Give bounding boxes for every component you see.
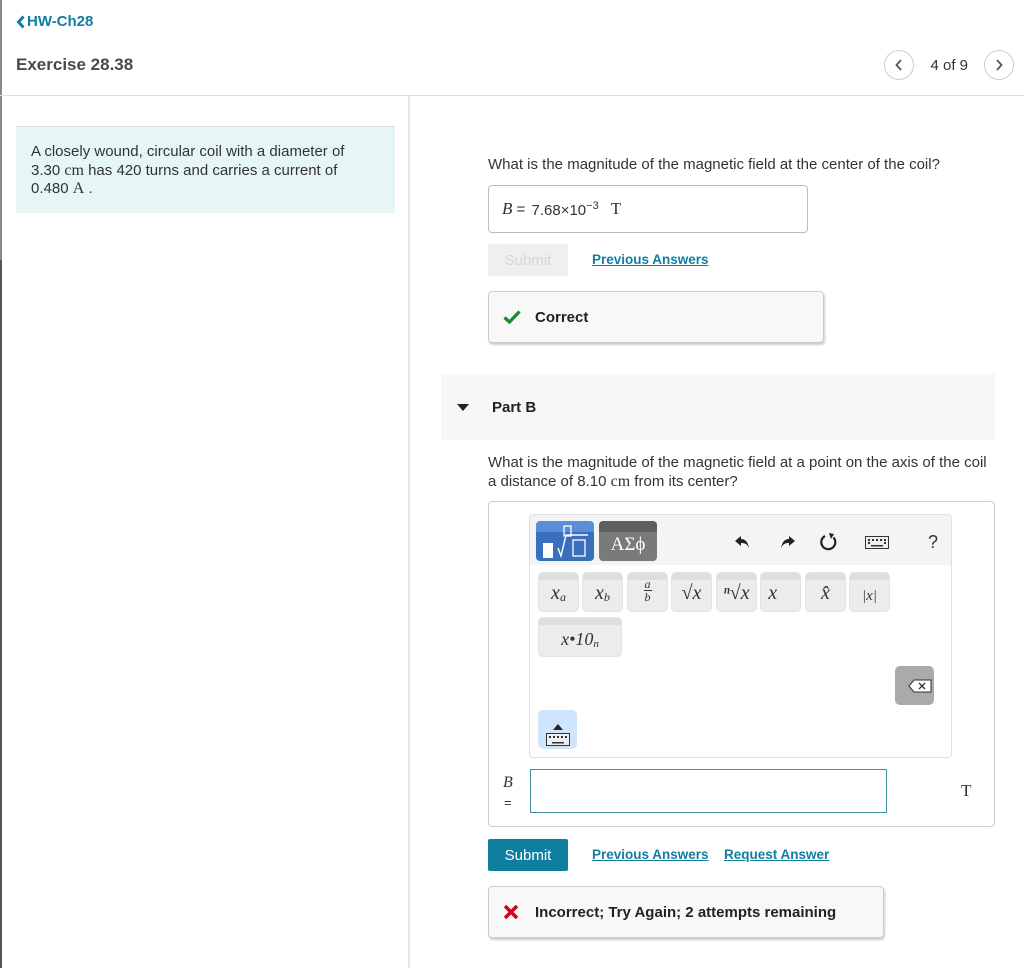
caret-up-icon [552,724,563,730]
vector-key[interactable]: x⃗ [760,572,801,612]
chevron-left-icon [895,59,903,71]
math-toolbar: ΑΣϕ ? [530,515,951,565]
math-toolbox: ΑΣϕ ? xa xb ab √x ⁿ√x x⃗ x̂ |x| x•10 n [529,514,952,758]
redo-icon[interactable] [776,531,798,553]
part-a-previous-answers-link[interactable]: Previous Answers [592,252,709,267]
superscript-key[interactable]: xa [538,572,579,612]
checkmark-icon [503,310,521,324]
answer-unit: T [610,199,622,218]
part-b-header[interactable]: Part B [441,374,995,440]
fraction-key[interactable]: ab [627,572,668,612]
input-unit-label: T [961,781,972,800]
question-panel: What is the magnitude of the magnetic fi… [412,96,1024,968]
part-b-question: What is the magnitude of the magnetic fi… [488,454,987,490]
answer-variable: B [502,199,513,218]
part-b-feedback-text: Incorrect; Try Again; 2 attempts remaini… [535,903,837,921]
collapse-triangle-icon [457,403,469,411]
backspace-icon [908,679,932,692]
request-answer-link[interactable]: Request Answer [724,847,829,862]
math-answer-panel: ΑΣϕ ? xa xb ab √x ⁿ√x x⃗ x̂ |x| x•10 n B… [488,501,995,827]
nth-root-key[interactable]: ⁿ√x [716,572,757,612]
templates-icon [543,525,588,559]
previous-item-button[interactable] [884,50,915,80]
pager: 4 of 9 [884,50,1014,80]
part-b-feedback: Incorrect; Try Again; 2 attempts remaini… [488,886,884,938]
help-button[interactable]: ? [922,531,944,553]
greek-symbols-tab[interactable]: ΑΣϕ [599,521,657,561]
answer-value: 7.68×10−3 [531,199,599,219]
chevron-left-icon [16,14,25,29]
back-link-label: HW-Ch28 [27,13,94,30]
chevron-right-icon [996,59,1003,71]
problem-statement: A closely wound, circular coil with a di… [16,126,395,213]
input-equals-sign: = [504,795,512,810]
problem-line-1: A closely wound, circular coil with a di… [31,143,345,160]
part-a-answer-display: B = 7.68×10−3 T [488,185,808,233]
problem-panel: A closely wound, circular coil with a di… [0,96,410,968]
undo-icon[interactable] [732,531,754,553]
page-header: HW-Ch28 Exercise 28.38 4 of 9 [0,0,1024,96]
keyboard-icon [545,733,570,746]
backspace-key[interactable] [895,666,934,705]
part-b-answer-input[interactable] [530,769,887,813]
back-to-assignment-link[interactable]: HW-Ch28 [16,13,93,30]
keyboard-toggle-button[interactable] [538,710,577,749]
exercise-title: Exercise 28.38 [16,55,134,74]
problem-line-2: 3.30 cm has 420 turns and carries a curr… [31,161,338,179]
subscript-key[interactable]: xb [582,572,623,612]
part-a-submit-button[interactable]: Submit [488,244,568,276]
reset-icon[interactable] [818,531,840,553]
square-root-key[interactable]: √x [671,572,712,612]
unit-vector-key[interactable]: x̂ [805,572,846,612]
absolute-value-key[interactable]: |x| [849,572,890,612]
input-variable-label: B [503,774,513,791]
part-b-submit-button[interactable]: Submit [488,839,568,871]
answer-equals: = [512,200,530,218]
part-b-previous-answers-link[interactable]: Previous Answers [592,847,709,862]
part-b-label: Part B [492,398,537,416]
part-a-feedback: Correct [488,291,824,343]
part-a-feedback-text: Correct [535,308,589,326]
next-item-button[interactable] [984,50,1014,80]
problem-line-3: 0.480 A . [31,180,93,197]
x-mark-icon [503,904,521,920]
templates-tab[interactable] [536,521,594,561]
pager-text: 4 of 9 [930,56,968,74]
scientific-notation-key[interactable]: x•10 n [538,617,622,657]
part-a-question: What is the magnitude of the magnetic fi… [488,156,940,173]
keyboard-icon[interactable] [864,531,890,553]
